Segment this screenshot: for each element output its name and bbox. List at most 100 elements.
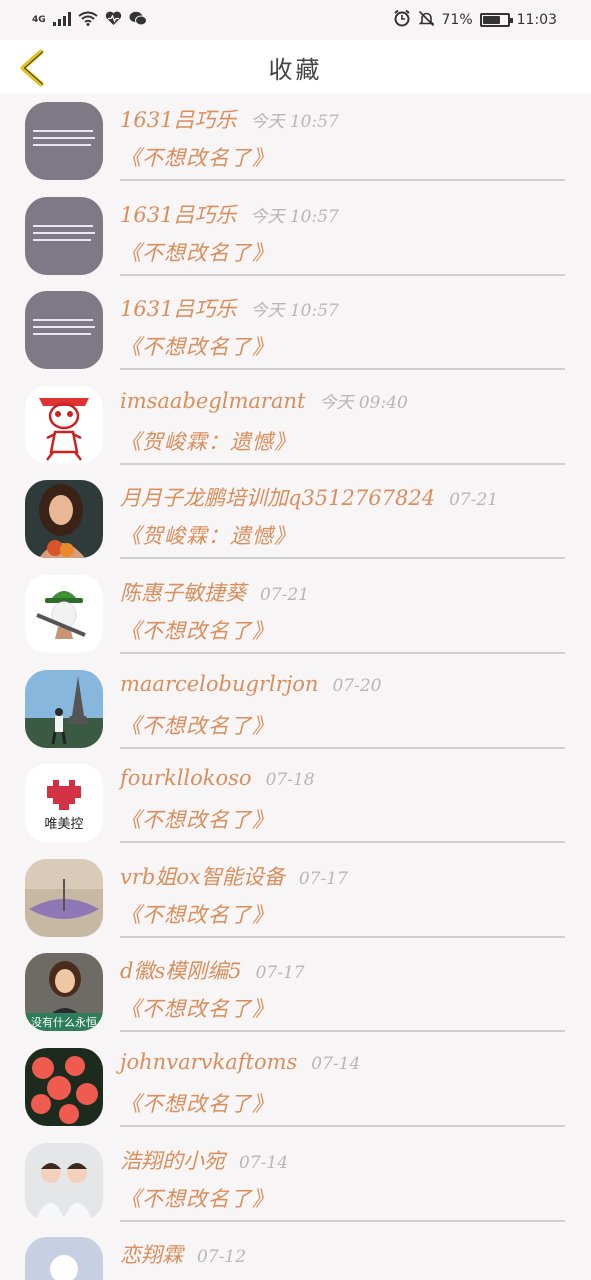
health-heart-icon <box>105 11 122 30</box>
timestamp: 今天 10:57 <box>250 112 339 132</box>
nav-bar: 收藏 <box>0 40 591 94</box>
item-header: imsaabeglmarant 今天 09:40 <box>120 388 565 424</box>
list-item[interactable]: 浩翔的小宛 07-14 《不想改名了》 <box>0 1135 591 1230</box>
user-name[interactable]: maarcelobugrlrjon <box>120 672 318 696</box>
item-header: fourkllokoso 07-18 <box>120 766 565 802</box>
item-header: johnvarvkaftoms 07-14 <box>120 1050 565 1086</box>
user-name[interactable]: d徽s模刚编5 <box>120 955 242 985</box>
timestamp: 07-14 <box>311 1053 361 1074</box>
item-text: 恋翔霖 07-12 <box>120 1239 565 1280</box>
timestamp: 今天 10:57 <box>250 206 339 227</box>
post-title[interactable]: 《不想改名了》 <box>120 237 565 267</box>
wifi-icon <box>78 11 98 30</box>
post-title[interactable]: 《不想改名了》 <box>120 710 565 740</box>
avatar[interactable] <box>25 196 103 275</box>
user-name[interactable]: imsaabeglmarant <box>120 389 305 413</box>
list-item[interactable]: 没有什么永恒 d徽s模刚编5 07-17 《不想改名了》 <box>0 945 591 1040</box>
timestamp: 07-18 <box>265 770 315 791</box>
post-title[interactable]: 《不想改名了》 <box>120 993 565 1023</box>
item-header: 浩翔的小宛 07-14 <box>120 1145 565 1181</box>
list-item[interactable]: 唯美控 fourkllokoso 07-18 《不想改名了》 <box>0 756 591 851</box>
post-title[interactable]: 《不想改名了》 <box>120 899 565 929</box>
alarm-icon <box>393 9 411 31</box>
item-header: 1631吕巧乐 今天 10:57 <box>120 199 565 235</box>
item-text: 1631吕巧乐 今天 10:57 《不想改名了》 <box>120 104 565 181</box>
item-header: 1631吕巧乐 今天 10:57 <box>120 293 565 329</box>
post-title[interactable]: 《不想改名了》 <box>120 1088 565 1118</box>
item-text: maarcelobugrlrjon 07-20 《不想改名了》 <box>120 672 565 749</box>
status-left: 4G <box>32 11 147 30</box>
timestamp: 07-14 <box>239 1152 289 1173</box>
avatar-caption: 唯美控 <box>44 817 83 832</box>
avatar[interactable] <box>25 1237 103 1280</box>
back-button[interactable] <box>14 48 50 88</box>
avatar[interactable] <box>25 480 103 559</box>
user-name[interactable]: 浩翔的小宛 <box>120 1145 225 1175</box>
signal-icon <box>52 11 71 30</box>
list-item[interactable]: imsaabeglmarant 今天 09:40 《贺峻霖：遗憾》 <box>0 378 591 473</box>
item-header: 恋翔霖 07-12 <box>120 1239 565 1275</box>
user-name[interactable]: 恋翔霖 <box>120 1239 183 1269</box>
timestamp: 07-20 <box>332 675 382 696</box>
list-item[interactable]: 陈惠子敏捷葵 07-21 《不想改名了》 <box>0 567 591 662</box>
item-text: johnvarvkaftoms 07-14 《不想改名了》 <box>120 1050 565 1127</box>
item-text: imsaabeglmarant 今天 09:40 《贺峻霖：遗憾》 <box>120 388 565 465</box>
user-name[interactable]: 1631吕巧乐 <box>120 199 236 229</box>
list-item[interactable]: maarcelobugrlrjon 07-20 《不想改名了》 <box>0 662 591 757</box>
item-text: d徽s模刚编5 07-17 《不想改名了》 <box>120 955 565 1033</box>
item-text: 陈惠子敏捷葵 07-21 《不想改名了》 <box>120 577 565 654</box>
avatar[interactable] <box>25 102 103 180</box>
avatar[interactable]: 没有什么永恒 <box>25 953 103 1032</box>
avatar[interactable] <box>25 291 103 370</box>
network-indicator: 4G <box>32 15 46 25</box>
list-item[interactable]: 恋翔霖 07-12 <box>0 1229 591 1280</box>
list-item[interactable]: 月月子龙鹏培训加q3512767824 07-21 《贺峻霖：遗憾》 <box>0 472 591 567</box>
list-item[interactable]: vrb姐ox智能设备 07-17 《不想改名了》 <box>0 851 591 946</box>
battery-percent: 71% <box>441 12 473 28</box>
item-header: d徽s模刚编5 07-17 <box>120 955 565 991</box>
user-name[interactable]: fourkllokoso <box>120 766 252 790</box>
avatar[interactable] <box>25 669 103 748</box>
chevron-left-icon <box>20 49 44 87</box>
item-header: maarcelobugrlrjon 07-20 <box>120 672 565 708</box>
avatar[interactable] <box>25 385 103 464</box>
post-title[interactable]: 《不想改名了》 <box>120 1183 565 1213</box>
mute-bell-icon <box>418 10 435 31</box>
list-item[interactable]: 1631吕巧乐 今天 10:57 《不想改名了》 <box>0 94 591 189</box>
timestamp: 07-21 <box>449 490 499 511</box>
list-item[interactable]: 1631吕巧乐 今天 10:57 《不想改名了》 <box>0 189 591 284</box>
list-item[interactable]: 1631吕巧乐 今天 10:57 《不想改名了》 <box>0 283 591 378</box>
timestamp: 07-21 <box>260 584 310 605</box>
status-right: 71% 11:03 <box>393 9 557 31</box>
avatar[interactable] <box>25 858 103 937</box>
timestamp: 今天 10:57 <box>250 301 339 322</box>
battery-fill <box>482 16 500 24</box>
item-header: 月月子龙鹏培训加q3512767824 07-21 <box>120 482 565 518</box>
post-title[interactable]: 《不想改名了》 <box>120 142 565 172</box>
post-title[interactable]: 《不想改名了》 <box>120 331 565 361</box>
user-name[interactable]: johnvarvkaftoms <box>120 1050 297 1074</box>
user-name[interactable]: 1631吕巧乐 <box>120 293 236 323</box>
timestamp: 07-17 <box>298 868 348 889</box>
avatar[interactable] <box>25 1047 103 1126</box>
avatar[interactable]: 唯美控 <box>25 764 103 843</box>
avatar-caption: 没有什么永恒 <box>31 1015 97 1029</box>
post-title[interactable]: 《不想改名了》 <box>120 615 565 645</box>
item-text: 月月子龙鹏培训加q3512767824 07-21 《贺峻霖：遗憾》 <box>120 482 565 560</box>
timestamp: 07-17 <box>255 963 305 984</box>
avatar[interactable] <box>25 574 103 653</box>
user-name[interactable]: 陈惠子敏捷葵 <box>120 577 246 607</box>
user-name[interactable]: 月月子龙鹏培训加q3512767824 <box>120 482 435 512</box>
item-text: fourkllokoso 07-18 《不想改名了》 <box>120 766 565 844</box>
wechat-icon <box>129 11 147 30</box>
user-name[interactable]: 1631吕巧乐 <box>120 104 236 134</box>
list-item[interactable]: johnvarvkaftoms 07-14 《不想改名了》 <box>0 1040 591 1135</box>
user-name[interactable]: vrb姐ox智能设备 <box>120 861 285 891</box>
post-title[interactable]: 《贺峻霖：遗憾》 <box>120 426 565 456</box>
post-title[interactable]: 《贺峻霖：遗憾》 <box>120 520 565 550</box>
post-title[interactable]: 《不想改名了》 <box>120 804 565 834</box>
item-text: 1631吕巧乐 今天 10:57 《不想改名了》 <box>120 199 565 276</box>
item-header: vrb姐ox智能设备 07-17 <box>120 861 565 897</box>
avatar[interactable] <box>25 1142 103 1221</box>
favorites-list[interactable]: 1631吕巧乐 今天 10:57 《不想改名了》 1631吕巧乐 今天 10:57 《不想… <box>0 94 591 1280</box>
